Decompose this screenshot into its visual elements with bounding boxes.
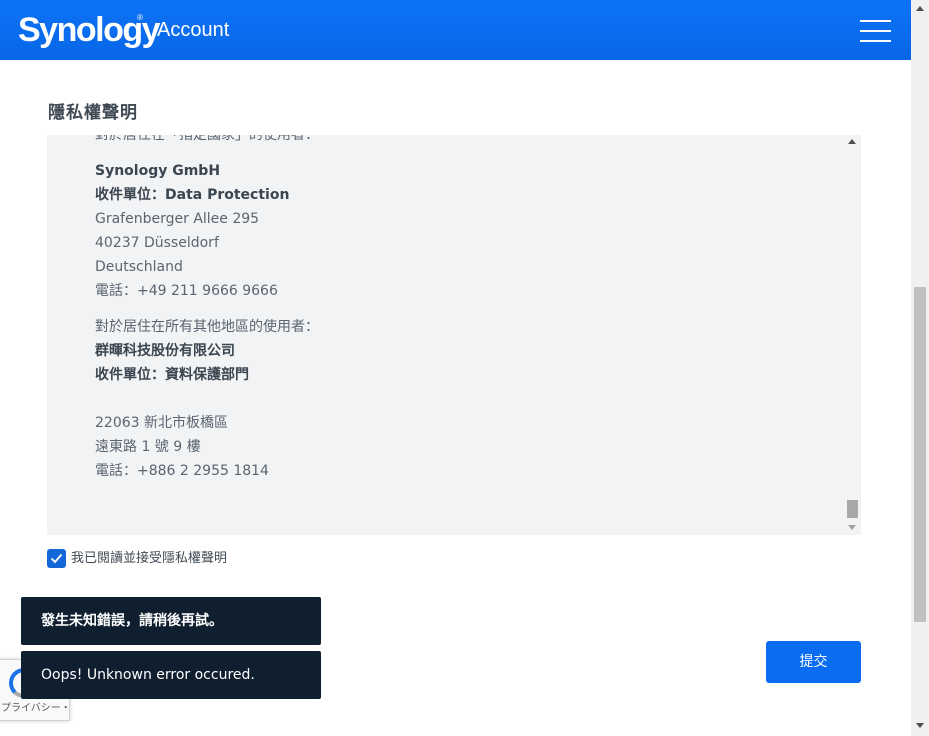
policy-line: Synology GmbH: [95, 163, 221, 179]
policy-line: Grafenberger Allee 295: [95, 211, 260, 227]
policy-line: Deutschland: [95, 259, 183, 275]
error-toast: Oops! Unknown error occured.: [21, 651, 321, 699]
privacy-policy-scrollbox[interactable]: 對於居住在「指定國家」的使用者： Synology GmbH 收件單位：Data…: [47, 135, 861, 535]
policy-line: 22063 新北市板橋區: [95, 415, 228, 431]
checkmark-icon: [50, 553, 63, 564]
app-header: Synology ® Account: [0, 0, 911, 60]
window-scrollbar-thumb[interactable]: [914, 287, 926, 622]
scroll-up-arrow-icon[interactable]: [916, 6, 924, 11]
header-title: Account: [157, 19, 230, 41]
window-scrollbar[interactable]: [911, 0, 929, 736]
registered-mark: ®: [137, 13, 143, 22]
recaptcha-privacy-terms[interactable]: プライバシー・利用規約: [1, 702, 69, 716]
policy-line: 對於居住在「指定國家」的使用者：: [95, 135, 319, 143]
scrollbar-thumb[interactable]: [847, 500, 858, 518]
scroll-down-arrow-icon[interactable]: [848, 525, 856, 530]
policy-scrollbar[interactable]: [844, 135, 861, 535]
policy-line: 收件單位：資料保護部門: [95, 367, 249, 383]
agree-checkbox[interactable]: [47, 549, 66, 568]
policy-line: 遠東路 1 號 9 樓: [95, 439, 201, 455]
agree-label[interactable]: 我已閱讀並接受隱私權聲明: [71, 549, 227, 569]
policy-line: 對於居住在所有其他地區的使用者：: [95, 319, 319, 335]
recipient-value: Data Protection: [165, 187, 290, 203]
policy-content: 對於居住在「指定國家」的使用者： Synology GmbH 收件單位：Data…: [95, 135, 825, 483]
policy-line: 40237 Düsseldorf: [95, 235, 219, 251]
error-toast: 發生未知錯誤，請稍後再試。: [21, 597, 321, 645]
scroll-up-arrow-icon[interactable]: [848, 139, 856, 144]
scroll-down-arrow-icon[interactable]: [916, 723, 924, 728]
policy-recipient-line: 收件單位：Data Protection: [95, 183, 825, 207]
policy-line: 群暉科技股份有限公司: [95, 343, 235, 359]
recipient-prefix: 收件單位：: [95, 187, 165, 203]
submit-button[interactable]: 提交: [766, 641, 861, 683]
hamburger-menu-icon[interactable]: [860, 20, 891, 42]
policy-line: 電話：+49 211 9666 9666: [95, 283, 278, 299]
policy-line: 電話：+886 2 2955 1814: [95, 463, 269, 479]
page-title: 隱私權聲明: [48, 103, 138, 123]
